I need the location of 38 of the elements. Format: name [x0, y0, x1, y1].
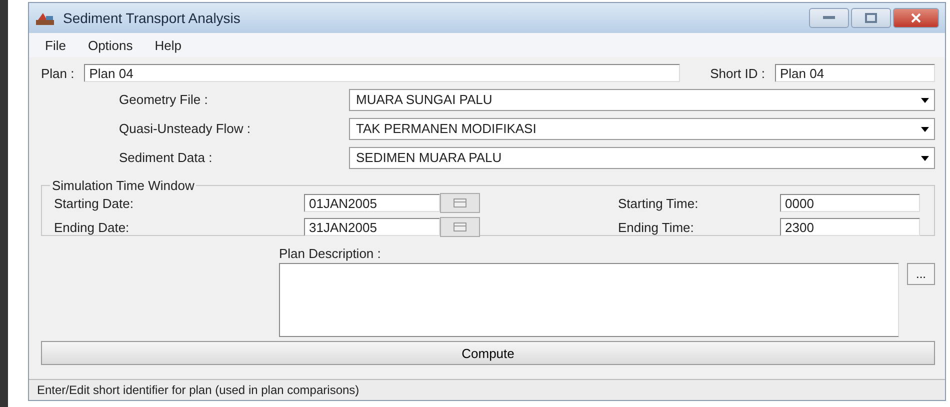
- date-label: Ending Date:: [54, 220, 130, 234]
- short-id-label: Short ID :: [710, 66, 765, 80]
- dropdown[interactable]: TAK PERMANEN MODIFIKASI: [349, 118, 935, 140]
- maximize-icon: [865, 13, 877, 23]
- status-bar: Enter/Edit short identifier for plan (used in plan comparisons): [29, 379, 945, 400]
- selector-label: Sediment Data :: [119, 150, 214, 165]
- plan-name-field[interactable]: Plan 04: [84, 64, 680, 82]
- description-field[interactable]: [279, 263, 899, 337]
- selector-label: Quasi-Unsteady Flow :: [119, 121, 252, 136]
- calendar-icon: [453, 222, 467, 232]
- calendar-icon: [453, 198, 467, 208]
- menu-item[interactable]: Help: [154, 38, 182, 52]
- date-field[interactable]: 31JAN2005: [304, 218, 440, 236]
- selector-label: Geometry File :: [119, 92, 209, 107]
- minimize-icon: [823, 16, 835, 20]
- menu-item[interactable]: Options: [88, 38, 133, 52]
- dropdown[interactable]: SEDIMEN MUARA PALU: [349, 146, 935, 168]
- time-label: Starting Time:: [618, 196, 700, 210]
- time-label: Ending Time:: [618, 220, 695, 234]
- window-title: Sediment Transport Analysis: [63, 10, 242, 26]
- date-label: Starting Date:: [54, 196, 134, 210]
- description-label: Plan Description :: [279, 246, 382, 261]
- maximize-button[interactable]: [851, 8, 891, 28]
- time-field[interactable]: 0000: [780, 194, 920, 212]
- calendar-button[interactable]: [440, 217, 480, 237]
- plan-label: Plan :: [41, 66, 74, 80]
- time-field[interactable]: 2300: [780, 218, 920, 236]
- short-id-field[interactable]: Plan 04: [775, 64, 935, 82]
- ellipsis-button[interactable]: ...: [907, 263, 935, 285]
- compute-button[interactable]: Compute: [41, 341, 935, 365]
- group-title: Simulation Time Window: [51, 178, 196, 193]
- menu-item[interactable]: File: [45, 38, 66, 52]
- calendar-button[interactable]: [440, 193, 480, 213]
- minimize-button[interactable]: [809, 8, 849, 28]
- date-field[interactable]: 01JAN2005: [304, 194, 440, 212]
- dropdown[interactable]: MUARA SUNGAI PALU: [349, 88, 935, 110]
- close-button[interactable]: [893, 8, 939, 28]
- close-icon: [910, 13, 922, 23]
